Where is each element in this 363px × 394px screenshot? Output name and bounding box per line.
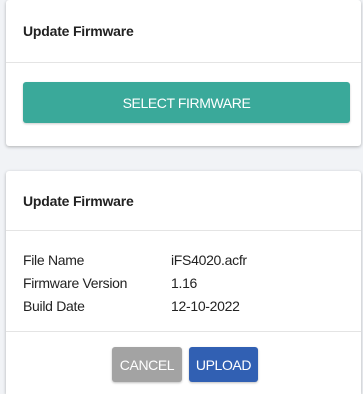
cancel-button[interactable]: CANCEL xyxy=(112,347,182,382)
build-date-value: 12-10-2022 xyxy=(171,297,240,314)
upload-button[interactable]: UPLOAD xyxy=(189,347,258,382)
info-row-build-date: Build Date 12-10-2022 xyxy=(23,294,247,317)
info-row-file-name: File Name iFS4020.acfr xyxy=(23,248,247,271)
firmware-version-label: Firmware Version xyxy=(23,274,128,291)
select-firmware-card: Update Firmware SELECT FIRMWARE xyxy=(6,0,361,146)
firmware-info: File Name iFS4020.acfr Firmware Version … xyxy=(23,248,247,317)
select-firmware-card-title: Update Firmware xyxy=(6,0,361,63)
upload-firmware-card-title: Update Firmware xyxy=(6,171,361,231)
build-date-label: Build Date xyxy=(23,297,85,314)
file-name-label: File Name xyxy=(23,251,85,268)
upload-card-footer: CANCEL UPLOAD xyxy=(6,331,361,394)
info-row-firmware-version: Firmware Version 1.16 xyxy=(23,271,247,294)
firmware-version-value: 1.16 xyxy=(171,274,198,291)
select-firmware-button[interactable]: SELECT FIRMWARE xyxy=(23,82,350,123)
file-name-value: iFS4020.acfr xyxy=(171,251,247,268)
upload-firmware-card: Update Firmware File Name iFS4020.acfr F… xyxy=(6,171,361,394)
